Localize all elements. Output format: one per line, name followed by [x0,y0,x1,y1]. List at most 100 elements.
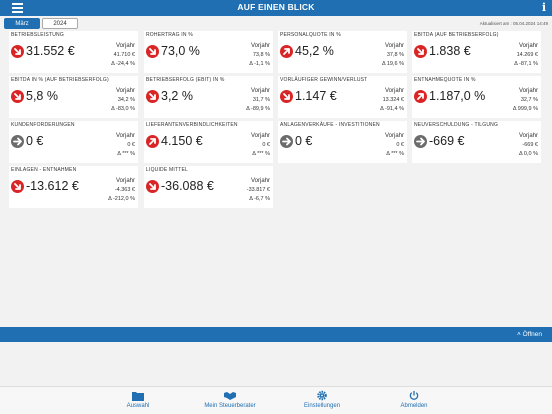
gear-icon [317,390,327,401]
trend-neutral-arrow-icon [414,135,427,148]
tab-einstellungen[interactable]: Einstellungen [282,390,362,409]
prior-year-label: Vorjahr [115,133,135,139]
kpi-card[interactable]: Betriebsleistung 31.552 € Vorjahr 41.710 € Δ… [9,31,138,73]
prior-year-value: 34,2 % [117,97,135,103]
delta-percent: Δ 0,0 % [519,151,538,157]
kpi-card[interactable]: Einlagen - Entnahmen -13.612 € Vorjahr -4.3… [9,166,138,208]
kpi-value: 45,2 % [295,44,334,58]
tab-month[interactable]: März [4,18,40,29]
trend-neutral-arrow-icon [11,135,24,148]
kpi-card[interactable]: Neuverschuldung - Tilgung -669 € Vorjahr -6… [412,121,541,163]
prior-year-value: -33.817 € [246,187,270,193]
trend-down-arrow-icon [11,180,24,193]
trend-down-arrow-icon [11,45,24,58]
drawer-bar[interactable]: ˄ Öffnen [0,327,552,342]
delta-percent: Δ *** % [252,151,270,157]
kpi-card[interactable]: EBITDA in % (auf Betriebserfolg) 5,8 % Vor… [9,76,138,118]
prior-year-value: 0 € [396,142,404,148]
prior-year-label: Vorjahr [384,88,404,94]
bottom-tab-bar: Auswahl Mein Steuerberater Einstellungen… [0,386,552,414]
prior-year-label: Vorjahr [384,133,404,139]
kpi-label: Liquide Mittel [146,167,188,173]
delta-percent: Δ -91,4 % [380,106,404,112]
header-bar: AUF EINEN BLICK i [0,0,552,16]
prior-year-label: Vorjahr [250,43,270,49]
kpi-card[interactable]: Rohertrag in % 73,0 % Vorjahr 73,8 % Δ -1,1 … [144,31,273,73]
kpi-label: Betriebserfolg (EBIT) in % [146,77,225,83]
kpi-value: 31.552 € [26,44,75,58]
kpi-label: Neuverschuldung - Tilgung [414,122,499,128]
kpi-card[interactable]: Kundenforderungen 0 € Vorjahr 0 € Δ *** % [9,121,138,163]
prior-year-label: Vorjahr [518,133,538,139]
trend-down-arrow-icon [414,45,427,58]
tab-abmelden[interactable]: Abmelden [374,390,454,409]
kpi-value: 0 € [295,134,313,148]
kpi-value: -669 € [429,134,465,148]
kpi-value: 4.150 € [161,134,203,148]
updated-timestamp: Aktualisiert am : 05.04.2024 14:49 [479,21,548,26]
open-drawer-button[interactable]: ˄ Öffnen [517,331,542,338]
kpi-value: -13.612 € [26,179,79,193]
prior-year-value: 14.269 € [516,52,538,58]
prior-year-value: 37,8 % [386,52,404,58]
kpi-value: 3,2 % [161,89,193,103]
kpi-value: 0 € [26,134,44,148]
kpi-label: Einlagen - Entnahmen [11,167,77,173]
handshake-icon [224,392,236,400]
trend-down-arrow-icon [11,90,24,103]
delta-percent: Δ -83,0 % [111,106,135,112]
delta-percent: Δ 19,6 % [381,61,404,67]
tab-year[interactable]: 2024 [42,18,78,29]
prior-year-value: -4.363 € [114,187,135,193]
prior-year-label: Vorjahr [115,43,135,49]
period-tabs: März 2024 [4,18,80,29]
kpi-label: EBITDA (auf Betriebserfolg) [414,32,499,38]
kpi-label: Vorläufiger Gewinn/Verlust [280,77,368,83]
kpi-label: Anlagenverkäufe - Investitionen [280,122,380,128]
prior-year-value: -669 € [522,142,538,148]
trend-down-arrow-icon [146,90,159,103]
kpi-value: 1.187,0 % [429,89,486,103]
kpi-card[interactable]: Vorläufiger Gewinn/Verlust 1.147 € Vorjahr… [278,76,407,118]
prior-year-value: 0 € [127,142,135,148]
kpi-value: 5,8 % [26,89,58,103]
kpi-value: 1.147 € [295,89,337,103]
prior-year-label: Vorjahr [250,88,270,94]
trend-up-arrow-icon [280,45,293,58]
tab-mein-steuerberater[interactable]: Mein Steuerberater [190,390,270,409]
delta-percent: Δ -89,9 % [246,106,270,112]
info-icon[interactable]: i [542,1,546,14]
kpi-card[interactable]: EBITDA (auf Betriebserfolg) 1.838 € Vorjah… [412,31,541,73]
kpi-label: Lieferantenverbindlichkeiten [146,122,238,128]
tab-auswahl[interactable]: Auswahl [98,390,178,409]
tab-einstellungen-label: Einstellungen [303,403,341,409]
trend-up-arrow-icon [414,90,427,103]
kpi-label: EBITDA in % (auf Betriebserfolg) [11,77,109,83]
kpi-card[interactable]: Entnahmequote in % 1.187,0 % Vorjahr 32,7 %… [412,76,541,118]
prior-year-label: Vorjahr [518,88,538,94]
tab-auswahl-label: Auswahl [126,403,150,409]
kpi-label: Entnahmequote in % [414,77,476,83]
drawer-content-area [0,342,552,386]
prior-year-value: 0 € [262,142,270,148]
prior-year-label: Vorjahr [115,178,135,184]
tab-abmelden-label: Abmelden [400,403,428,409]
delta-percent: Δ -1,1 % [249,61,270,67]
kpi-card[interactable]: Lieferantenverbindlichkeiten 4.150 € Vorja… [144,121,273,163]
prior-year-label: Vorjahr [250,178,270,184]
delta-percent: Δ -6,7 % [249,196,270,202]
kpi-card[interactable]: Personalquote in % 45,2 % Vorjahr 37,8 % Δ 1… [278,31,407,73]
trend-down-arrow-icon [280,90,293,103]
prior-year-label: Vorjahr [518,43,538,49]
prior-year-value: 13.324 € [382,97,404,103]
kpi-label: Rohertrag in % [146,32,193,38]
kpi-card[interactable]: Liquide Mittel -36.088 € Vorjahr -33.817 € Δ… [144,166,273,208]
kpi-value: -36.088 € [161,179,214,193]
kpi-card[interactable]: Betriebserfolg (EBIT) in % 3,2 % Vorjahr 31… [144,76,273,118]
prior-year-value: 31,7 % [252,97,270,103]
kpi-card[interactable]: Anlagenverkäufe - Investitionen 0 € Vorjah… [278,121,407,163]
trend-up-arrow-icon [146,135,159,148]
prior-year-value: 41.710 € [113,52,135,58]
kpi-label: Personalquote in % [280,32,341,38]
prior-year-label: Vorjahr [384,43,404,49]
